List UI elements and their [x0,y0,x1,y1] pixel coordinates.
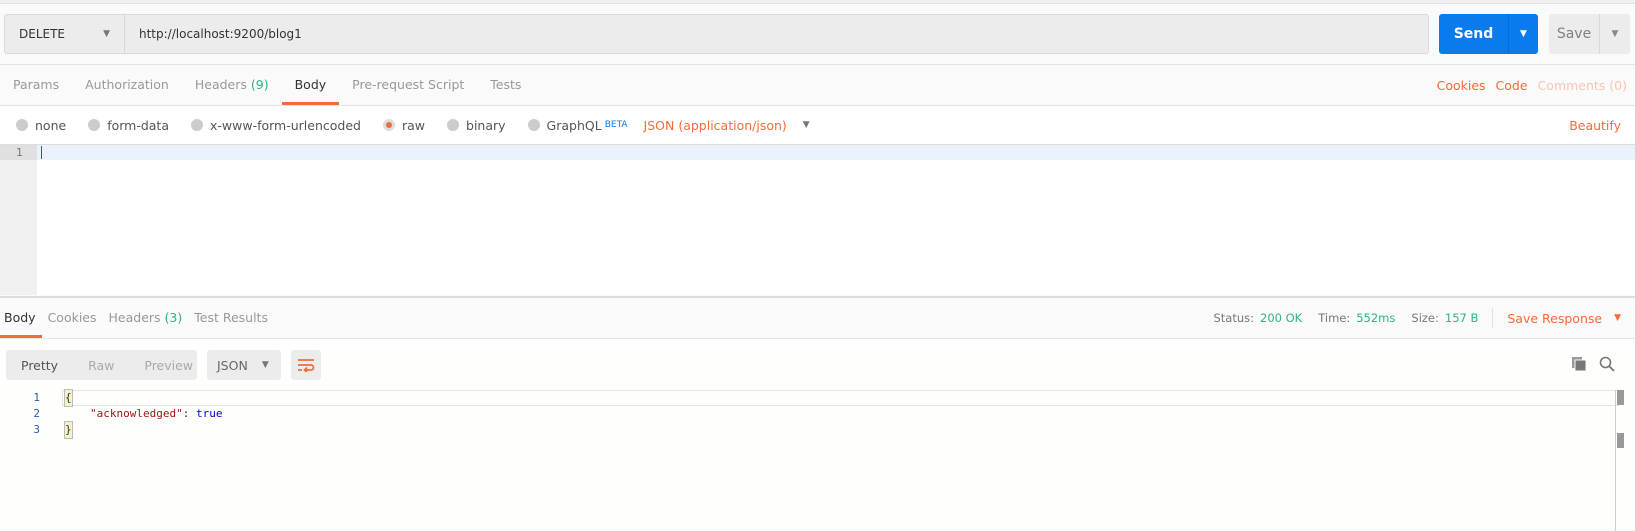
format-select[interactable]: JSON ▼ [207,350,281,380]
headers-count: (9) [250,77,269,92]
url-input[interactable]: http://localhost:9200/blog1 [125,27,302,41]
radio-selected-icon [382,119,395,131]
body-editor[interactable]: 1 [0,144,1635,295]
radio-form-data[interactable]: form-data [88,118,169,133]
code-line: 1{ [0,389,1635,407]
tab-label: Headers [194,77,247,92]
send-button[interactable]: Send ▼ [1439,14,1538,54]
chevron-down-icon: ▼ [103,29,110,39]
content-type-select[interactable]: JSON (application/json) [644,118,787,133]
radio-label: GraphQL [546,117,602,133]
response-tabs: Body Cookies Headers (3) Test Results [0,298,274,338]
save-button[interactable]: Save ▼ [1549,14,1630,54]
radio-graphql[interactable]: GraphQL BETA [527,117,628,133]
cookies-link[interactable]: Cookies [1437,78,1486,93]
size-value: 157 B [1444,311,1479,325]
chevron-down-icon[interactable]: ▼ [803,120,810,130]
radio-none[interactable]: none [16,118,66,133]
chevron-down-icon[interactable]: ▼ [1614,313,1621,323]
size-label: Size: [1411,311,1439,325]
radio-label: form-data [107,117,169,133]
tab-authorization[interactable]: Authorization [72,65,182,105]
radio-binary[interactable]: binary [447,118,506,133]
divider [1492,308,1494,328]
tab-label: Headers [108,310,161,325]
time-label: Time: [1318,311,1351,325]
save-dropdown-icon[interactable]: ▼ [1599,14,1630,54]
radio-label: x-www-form-urlencoded [210,117,361,133]
line-number: 3 [33,423,40,436]
active-line [37,145,1635,160]
request-links: Cookies Code Comments (0) [1437,65,1627,105]
radio-icon [16,119,28,131]
scrollbar-marker[interactable] [1617,433,1624,448]
send-label: Send [1453,26,1494,42]
editor-gutter [0,145,37,295]
request-bar: DELETE ▼ http://localhost:9200/blog1 [4,14,1429,54]
response-code[interactable]: 1{ 2 "acknowledged": true 3} [0,389,1635,439]
status-value: 200 OK [1260,311,1303,325]
json-key: "acknowledged" [90,407,183,420]
tab-body[interactable]: Body [281,65,340,105]
open-brace: { [64,389,73,407]
radio-icon [191,119,203,131]
send-dropdown-icon[interactable]: ▼ [1508,14,1538,54]
json-value: true [195,407,223,420]
comments-link[interactable]: Comments (0) [1538,78,1627,93]
code-line: 2 "acknowledged": true [0,406,1635,422]
radio-raw[interactable]: raw [382,117,426,133]
radio-label: none [35,117,67,133]
code-text: "acknowledged": true [90,406,222,422]
scrollbar-thumb[interactable] [1617,390,1624,405]
copy-icon[interactable] [1571,356,1587,372]
top-strip [0,0,1635,4]
view-raw[interactable]: Raw [73,358,129,373]
code-link[interactable]: Code [1496,78,1528,93]
method-value: DELETE [19,27,66,41]
json-colon: : [182,407,196,420]
wrap-lines-button[interactable] [291,350,321,380]
tab-tests[interactable]: Tests [477,65,534,105]
radio-icon [527,119,540,131]
request-tabs: Params Authorization Headers (9) Body Pr… [0,65,534,105]
save-response-button[interactable]: Save Response [1507,311,1602,326]
response-actions [1571,356,1615,372]
radio-icon [88,119,101,131]
view-preview[interactable]: Preview [129,358,208,373]
chevron-down-icon: ▼ [261,360,269,370]
radio-label: raw [401,117,426,133]
beautify-link[interactable]: Beautify [1569,118,1621,133]
response-panel: Body Cookies Headers (3) Test Results St… [0,296,1635,531]
radio-label: binary [466,117,506,133]
tab-pre-request-script[interactable]: Pre-request Script [339,65,477,105]
view-mode-group: Pretty Raw Preview [6,350,197,380]
tab-headers[interactable]: Headers (9) [182,65,282,105]
body-type-row: none form-data x-www-form-urlencoded raw… [0,106,1635,144]
beta-badge: BETA [604,120,628,130]
response-tab-headers[interactable]: Headers (3) [103,298,189,338]
method-select[interactable]: DELETE ▼ [5,15,125,53]
response-tab-body[interactable]: Body [0,298,42,338]
search-icon[interactable] [1599,356,1615,372]
response-tab-test-results[interactable]: Test Results [188,298,274,338]
text-cursor [41,146,42,159]
scrollbar-track[interactable] [1615,390,1616,531]
close-brace: } [64,421,73,439]
line-number: 1 [33,391,40,404]
view-pretty[interactable]: Pretty [6,358,73,373]
line-number: 1 [0,145,37,160]
time-value: 552ms [1356,311,1396,325]
radio-urlencoded[interactable]: x-www-form-urlencoded [191,118,361,133]
response-tab-cookies[interactable]: Cookies [42,298,103,338]
response-meta: Status: 200 OK Time: 552ms Size: 157 B Save… [1213,298,1621,338]
line-number: 2 [33,407,40,420]
format-value: JSON [217,357,248,373]
code-line: 3} [0,421,1635,439]
radio-icon [447,119,460,131]
wrap-icon [298,359,315,372]
tab-params[interactable]: Params [0,65,72,105]
status-label: Status: [1213,311,1254,325]
headers-count: (3) [164,310,183,325]
save-label: Save [1556,26,1592,42]
